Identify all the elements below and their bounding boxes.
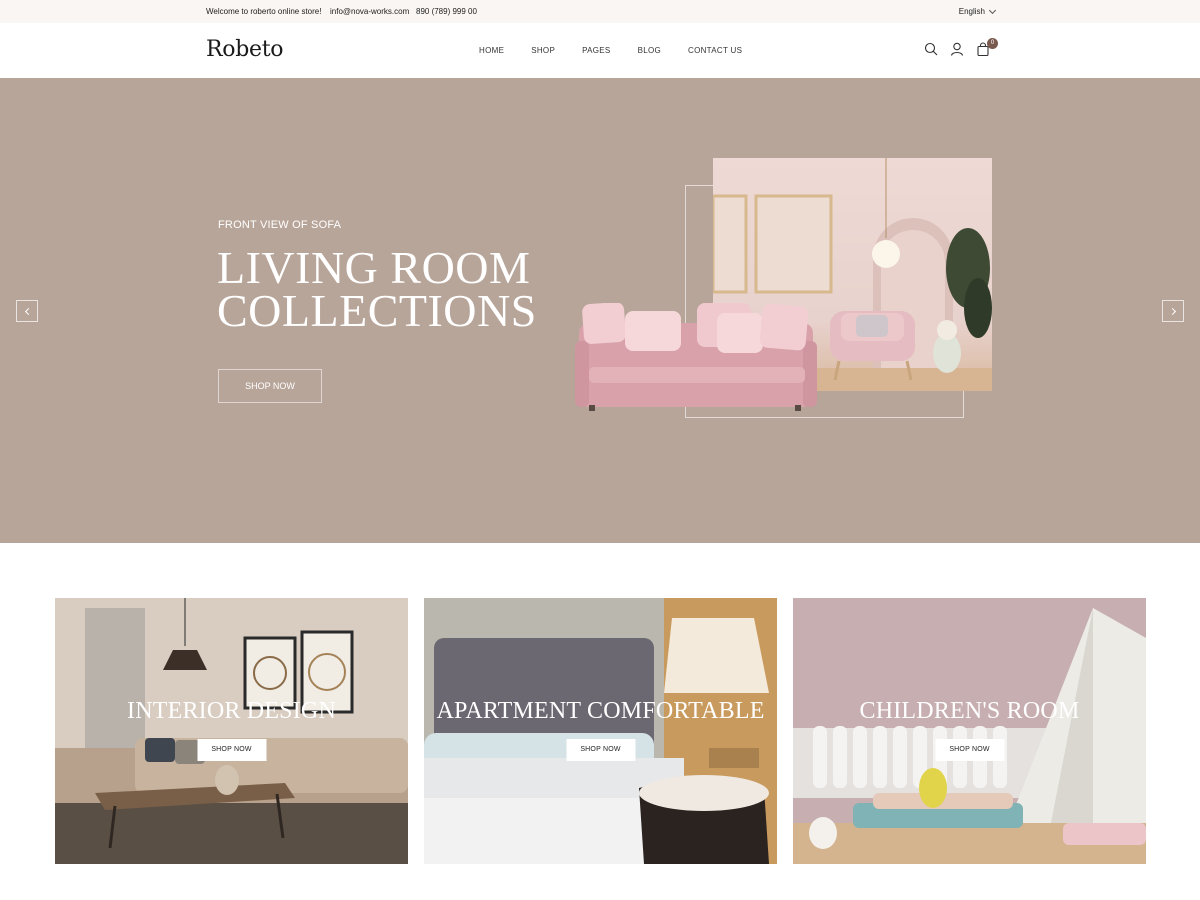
- hero-title: LIVING ROOM COLLECTIONS: [217, 242, 537, 336]
- category-card-interior-design[interactable]: INTERIOR DESIGN SHOP NOW: [55, 598, 408, 864]
- chevron-down-icon: [988, 6, 997, 14]
- hero-title-line-2: COLLECTIONS: [217, 285, 537, 336]
- language-selector[interactable]: English: [958, 6, 997, 16]
- childrens-room-image: [793, 598, 1146, 864]
- category-card-childrens-room[interactable]: CHILDREN'S ROOM SHOP NOW: [793, 598, 1146, 864]
- category-title: CHILDREN'S ROOM: [859, 698, 1080, 724]
- nav-contact-us[interactable]: CONTACT US: [688, 46, 742, 55]
- category-title: APARTMENT COMFORTABLE: [436, 698, 765, 724]
- search-icon[interactable]: [924, 42, 938, 56]
- hero-slider: FRONT VIEW OF SOFA LIVING ROOM COLLECTIO…: [0, 78, 1200, 543]
- logo[interactable]: Robeto: [206, 37, 284, 62]
- nav-blog[interactable]: BLOG: [638, 46, 661, 55]
- hero-title-line-1: LIVING ROOM: [217, 242, 531, 293]
- site-header: Robeto HOME SHOP PAGES BLOG CONTACT US 0: [0, 23, 1200, 78]
- nav-shop[interactable]: SHOP: [531, 46, 555, 55]
- hero-shop-now-button[interactable]: SHOP NOW: [218, 369, 322, 403]
- hero-sofa-image: [575, 303, 817, 411]
- nav-home[interactable]: HOME: [479, 46, 504, 55]
- category-title: INTERIOR DESIGN: [127, 698, 336, 724]
- top-bar: Welcome to roberto online store! info@no…: [0, 0, 1200, 23]
- nav-pages[interactable]: PAGES: [582, 46, 610, 55]
- hero-subtitle: FRONT VIEW OF SOFA: [218, 219, 342, 231]
- phone-text: 890 (789) 999 00: [416, 7, 477, 16]
- category-shop-now-button[interactable]: SHOP NOW: [197, 739, 266, 761]
- email-link[interactable]: info@nova-works.com: [330, 7, 409, 16]
- prev-slide-arrow[interactable]: [16, 300, 38, 322]
- language-label: English: [958, 7, 985, 16]
- category-card-apartment-comfortable[interactable]: APARTMENT COMFORTABLE SHOP NOW: [424, 598, 777, 864]
- cart-count-badge: 0: [987, 38, 998, 49]
- interior-design-image: [55, 598, 408, 864]
- main-nav: HOME SHOP PAGES BLOG CONTACT US: [479, 46, 769, 55]
- category-shop-now-button[interactable]: SHOP NOW: [566, 739, 635, 761]
- header-icons: 0: [924, 38, 1004, 60]
- user-icon[interactable]: [950, 42, 964, 56]
- category-shop-now-button[interactable]: SHOP NOW: [935, 739, 1004, 761]
- welcome-text: Welcome to roberto online store!: [206, 7, 322, 16]
- apartment-comfortable-image: [424, 598, 777, 864]
- next-slide-arrow[interactable]: [1162, 300, 1184, 322]
